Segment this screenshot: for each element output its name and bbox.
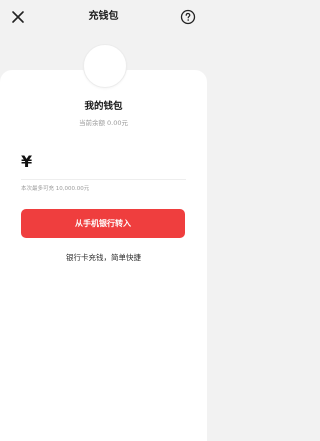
balance-text: 当前余额 0.00元 (78, 119, 129, 127)
currency-symbol: ¥ (21, 152, 33, 171)
avatar (83, 44, 127, 88)
limit-text: 本次最多可充 10,000.00元 (21, 186, 90, 192)
amount-input[interactable] (40, 151, 180, 173)
divider (21, 179, 186, 180)
wallet-title: 我的钱包 (84, 101, 123, 112)
header-bar: 充钱包 (0, 0, 207, 40)
transfer-from-bank-button[interactable]: 从手机银行转入 (21, 209, 185, 238)
page-title: 充钱包 (88, 11, 119, 22)
subtitle-text: 银行卡充钱，简单快捷 (66, 253, 141, 262)
question-circle-icon[interactable] (180, 9, 196, 25)
